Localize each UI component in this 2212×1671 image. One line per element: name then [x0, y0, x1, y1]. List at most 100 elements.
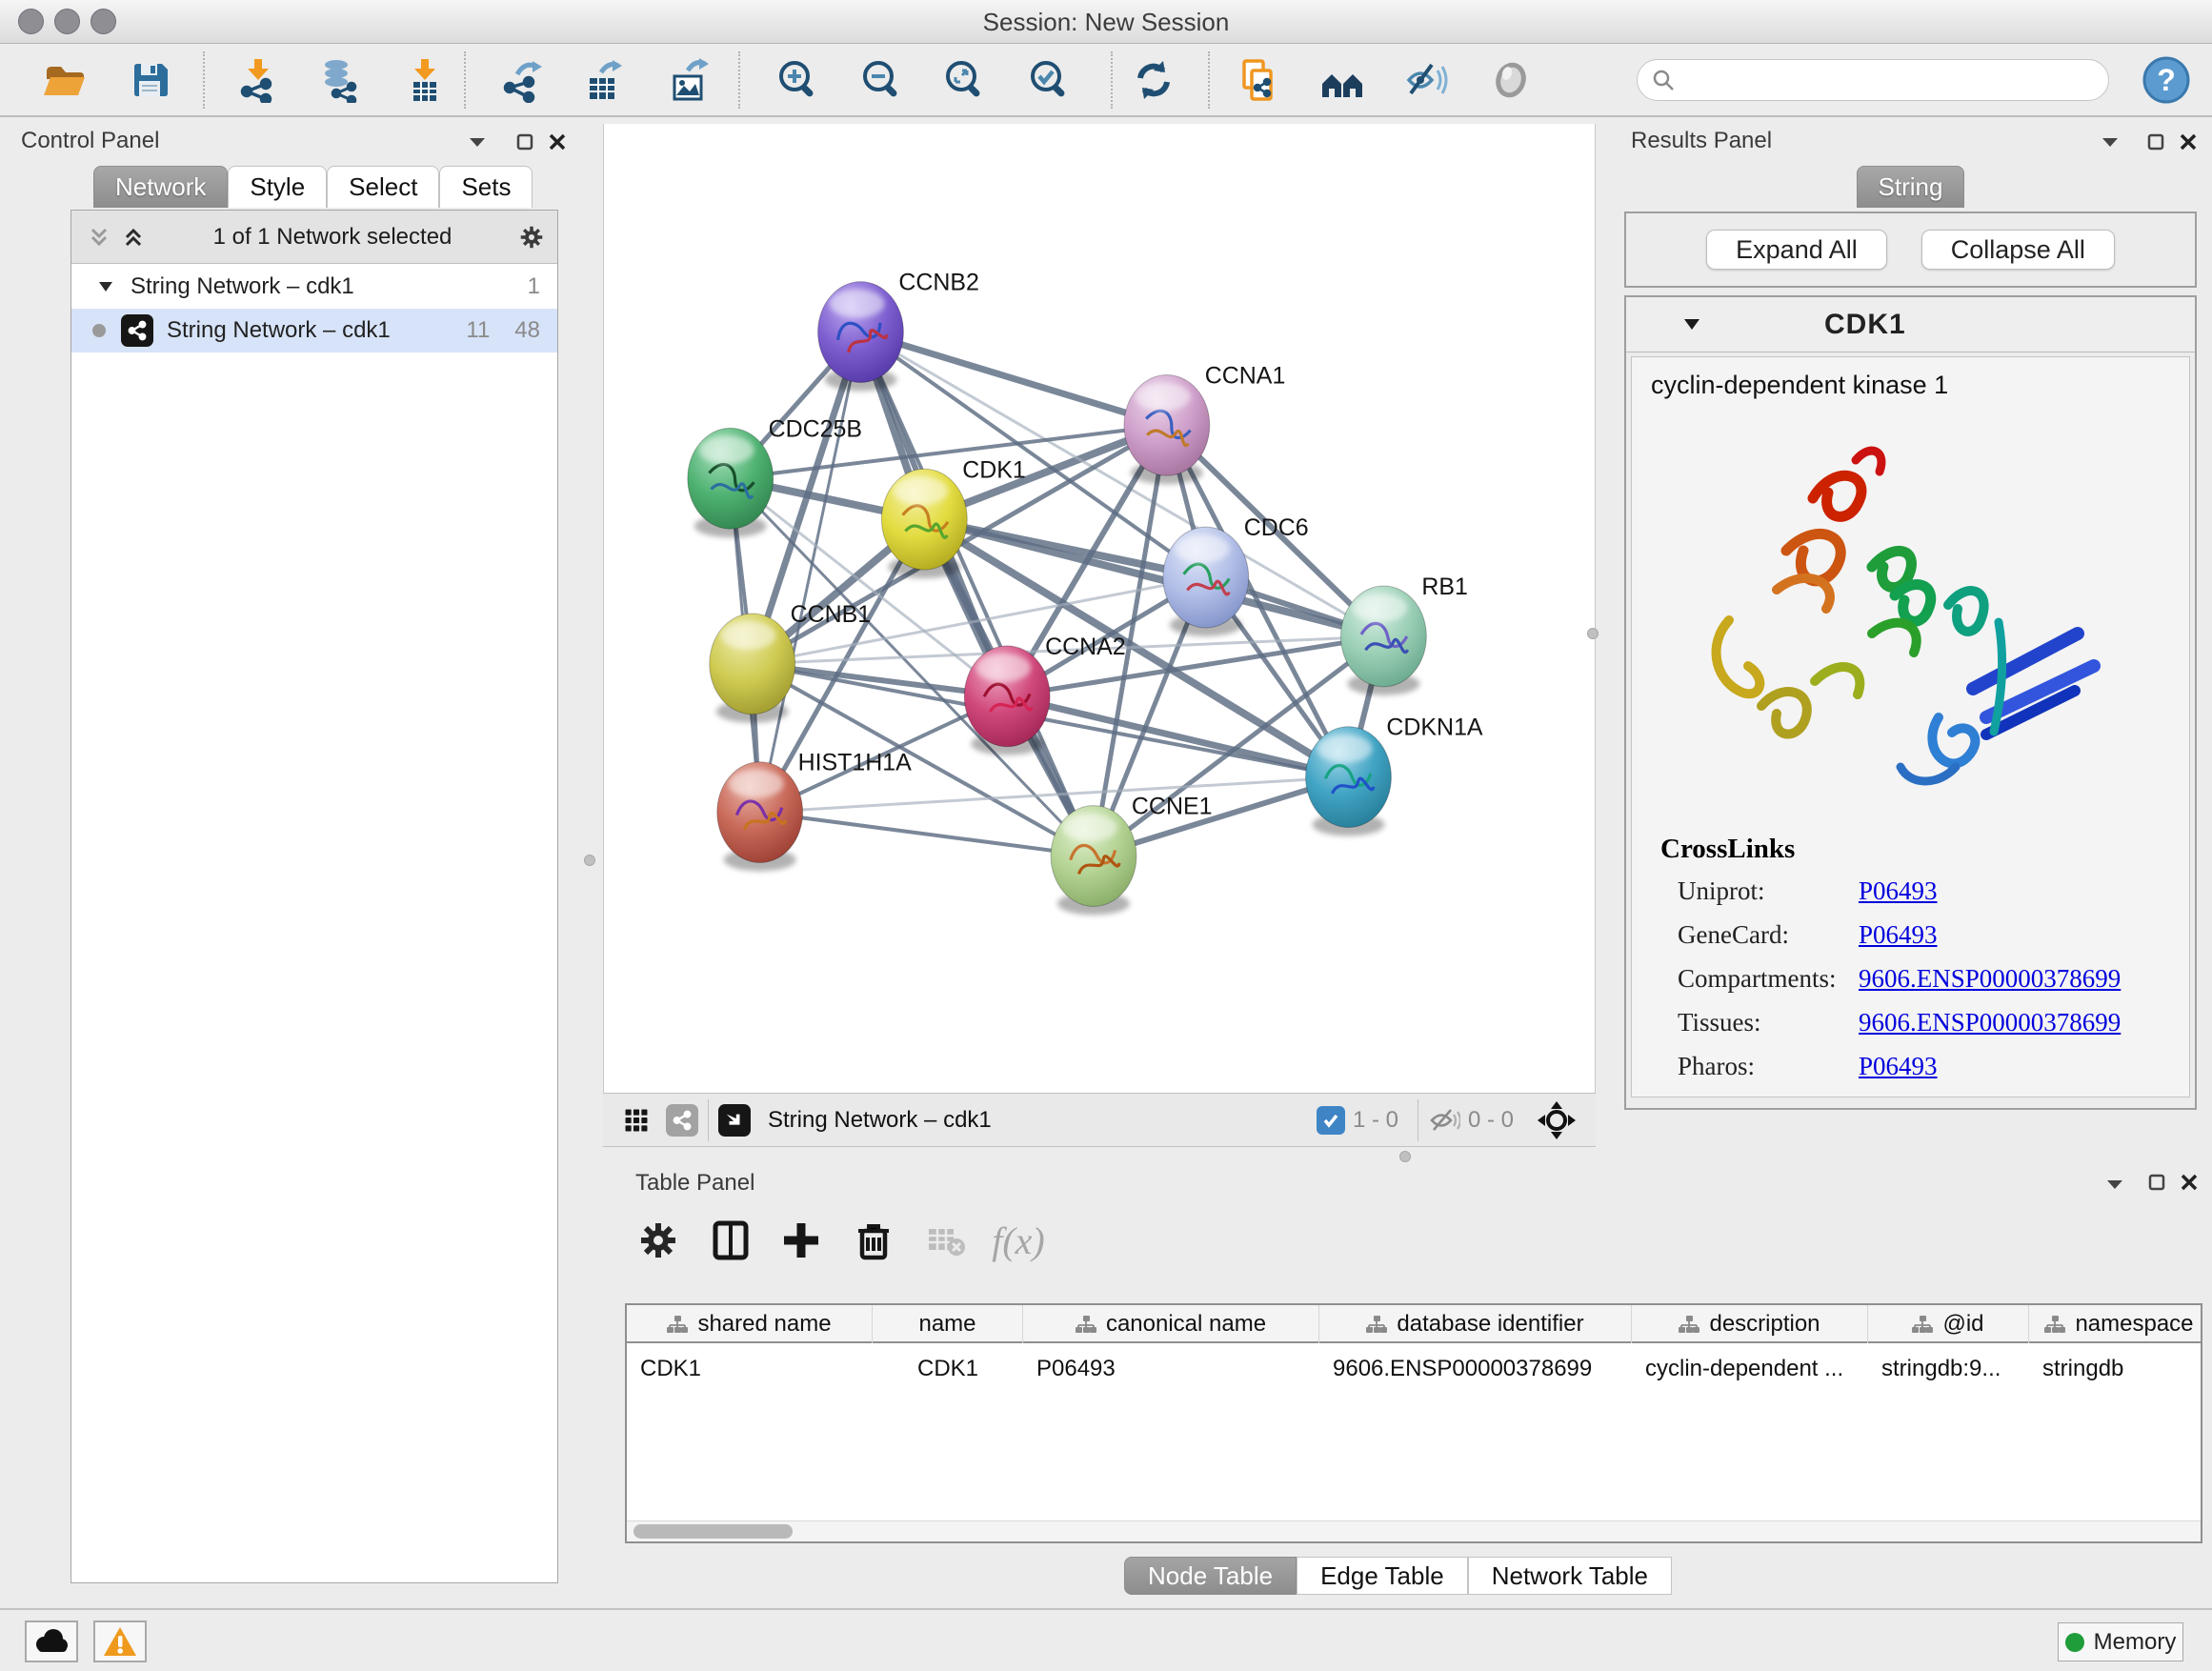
network-row-selected[interactable]: String Network – cdk1 11 48 — [71, 309, 557, 352]
column-header-@id[interactable]: @id — [1868, 1305, 2029, 1343]
birds-eye-view-icon[interactable] — [718, 1104, 751, 1137]
zoom-out-button[interactable] — [857, 55, 907, 105]
tab-select[interactable]: Select — [327, 166, 439, 208]
crosslink-link[interactable]: 9606.ENSP00000378699 — [1859, 964, 2121, 994]
table-cell[interactable]: CDK1 — [873, 1349, 1023, 1389]
help-button[interactable]: ? — [2142, 55, 2191, 105]
delete-column-icon[interactable] — [843, 1210, 904, 1271]
export-image-button[interactable] — [665, 55, 714, 105]
collapse-all-button[interactable]: Collapse All — [1921, 230, 2115, 270]
node-table[interactable]: shared namenamecanonical namedatabase id… — [625, 1303, 2202, 1543]
hidden-eye-icon[interactable] — [1428, 1106, 1460, 1135]
table-settings-gear-icon[interactable] — [628, 1210, 689, 1271]
column-header-shared-name[interactable]: shared name — [627, 1305, 873, 1343]
clone-network-button[interactable] — [1235, 55, 1284, 105]
zoom-fit-button[interactable] — [940, 55, 990, 105]
delete-table-icon[interactable] — [915, 1210, 976, 1271]
edge-CCNB2-CCNA1[interactable] — [860, 332, 1166, 426]
hide-selected-button[interactable] — [1401, 55, 1451, 105]
tab-style[interactable]: Style — [228, 166, 327, 208]
table-cell[interactable]: P06493 — [1023, 1349, 1319, 1389]
grid-view-icon[interactable] — [624, 1108, 649, 1133]
network-canvas[interactable]: CCNB2CCNA1CDC25BCDK1CDC6RB1CCNB1CCNA2CDK… — [603, 124, 1596, 1093]
crosslink-link[interactable]: P06493 — [1859, 1052, 1938, 1081]
function-builder-icon[interactable]: f(x) — [988, 1210, 1049, 1271]
memory-button[interactable]: Memory — [2058, 1622, 2183, 1661]
table-panel: Table Panel f(x) shared nam — [618, 1162, 2212, 1601]
table-horizontal-scrollbar[interactable] — [627, 1520, 2201, 1541]
tab-node-table[interactable]: Node Table — [1124, 1557, 1297, 1595]
edge-CCNB2-CCNE1[interactable] — [860, 332, 1094, 856]
table-cell[interactable]: stringdb:9... — [1868, 1349, 2029, 1389]
node-CDKN1A[interactable]: CDKN1A — [1306, 715, 1483, 836]
table-cell[interactable]: CDK1 — [627, 1349, 873, 1389]
expand-all-button[interactable]: Expand All — [1706, 230, 1887, 270]
node-CCNE1[interactable]: CCNE1 — [1051, 794, 1212, 916]
node-RB1[interactable]: RB1 — [1341, 574, 1468, 695]
zoom-selected-button[interactable] — [1025, 55, 1075, 105]
show-hidden-button[interactable] — [1486, 55, 1536, 105]
table-panel-close-icon[interactable] — [2177, 1170, 2202, 1195]
edge-CCNB2-HIST1H1A[interactable] — [760, 332, 861, 813]
vertical-splitter-handle[interactable] — [1587, 628, 1599, 639]
apply-preferred-layout-button[interactable] — [1129, 55, 1178, 105]
import-table-from-file-button[interactable] — [400, 55, 450, 105]
warnings-button[interactable] — [93, 1621, 147, 1662]
network-thumbnail-icon[interactable] — [666, 1104, 698, 1137]
tab-sets[interactable]: Sets — [439, 166, 533, 208]
export-network-button[interactable] — [498, 55, 548, 105]
section-expander-icon[interactable] — [1683, 318, 1700, 331]
import-network-from-database-button[interactable] — [313, 55, 363, 105]
tab-edge-table[interactable]: Edge Table — [1297, 1557, 1468, 1595]
crosslink-link[interactable]: P06493 — [1859, 920, 1938, 950]
show-home-button[interactable] — [1318, 55, 1368, 105]
table-cell[interactable]: cyclin-dependent ... — [1632, 1349, 1868, 1389]
vertical-splitter-handle[interactable] — [584, 855, 595, 866]
export-table-button[interactable] — [580, 55, 630, 105]
column-header-namespace[interactable]: namespace — [2029, 1305, 2202, 1343]
crosslink-link[interactable]: 9606.ENSP00000378699 — [1859, 1008, 2121, 1037]
node-CDC25B[interactable]: CDC25B — [688, 415, 862, 537]
collection-expander-icon[interactable] — [98, 281, 113, 292]
add-column-icon[interactable] — [771, 1210, 832, 1271]
cloud-status-button[interactable] — [25, 1621, 78, 1662]
selected-checkbox[interactable] — [1317, 1106, 1345, 1135]
results-panel-menu-icon[interactable] — [2098, 130, 2122, 154]
control-panel-close-icon[interactable] — [545, 130, 570, 154]
table-cell[interactable]: stringdb — [2029, 1349, 2202, 1389]
network-selected-status: 1 of 1 Network selected — [146, 224, 519, 251]
crosslink-link[interactable]: P06493 — [1859, 876, 1938, 906]
scrollbar-thumb[interactable] — [633, 1524, 793, 1539]
move-crosshair-icon[interactable] — [1537, 1100, 1577, 1140]
table-panel-float-icon[interactable] — [2144, 1170, 2169, 1195]
edge-HIST1H1A-CCNE1[interactable] — [760, 813, 1094, 856]
show-column-icon[interactable] — [700, 1210, 761, 1271]
results-panel-close-icon[interactable] — [2176, 130, 2201, 154]
save-session-button[interactable] — [125, 55, 174, 105]
column-header-canonical-name[interactable]: canonical name — [1023, 1305, 1319, 1343]
control-panel-float-icon[interactable] — [513, 130, 537, 154]
tab-string[interactable]: String — [1857, 166, 1965, 208]
search-input[interactable] — [1683, 66, 2108, 94]
network-collection-row[interactable]: String Network – cdk1 1 — [71, 265, 557, 309]
import-network-from-file-button[interactable] — [233, 55, 283, 105]
column-header-description[interactable]: description — [1632, 1305, 1868, 1343]
table-panel-menu-icon[interactable] — [2102, 1172, 2127, 1197]
column-header-name[interactable]: name — [873, 1305, 1023, 1343]
gear-icon[interactable] — [519, 225, 544, 250]
tab-network-table[interactable]: Network Table — [1468, 1557, 1672, 1595]
node-CCNB2[interactable]: CCNB2 — [818, 270, 979, 392]
expand-all-icon[interactable] — [121, 225, 146, 250]
control-panel-menu-icon[interactable] — [465, 130, 490, 154]
gene-section-header[interactable]: CDK1 — [1626, 297, 2195, 352]
horizontal-splitter-handle[interactable] — [1399, 1151, 1411, 1162]
table-cell[interactable]: 9606.ENSP00000378699 — [1319, 1349, 1632, 1389]
tab-network[interactable]: Network — [93, 166, 228, 208]
column-header-database-identifier[interactable]: database identifier — [1319, 1305, 1632, 1343]
node-CCNA2[interactable]: CCNA2 — [964, 634, 1125, 755]
search-box[interactable] — [1637, 59, 2109, 101]
open-session-button[interactable] — [39, 55, 89, 105]
results-panel-float-icon[interactable] — [2143, 130, 2168, 154]
zoom-in-button[interactable] — [774, 55, 823, 105]
collapse-all-icon[interactable] — [87, 225, 111, 250]
